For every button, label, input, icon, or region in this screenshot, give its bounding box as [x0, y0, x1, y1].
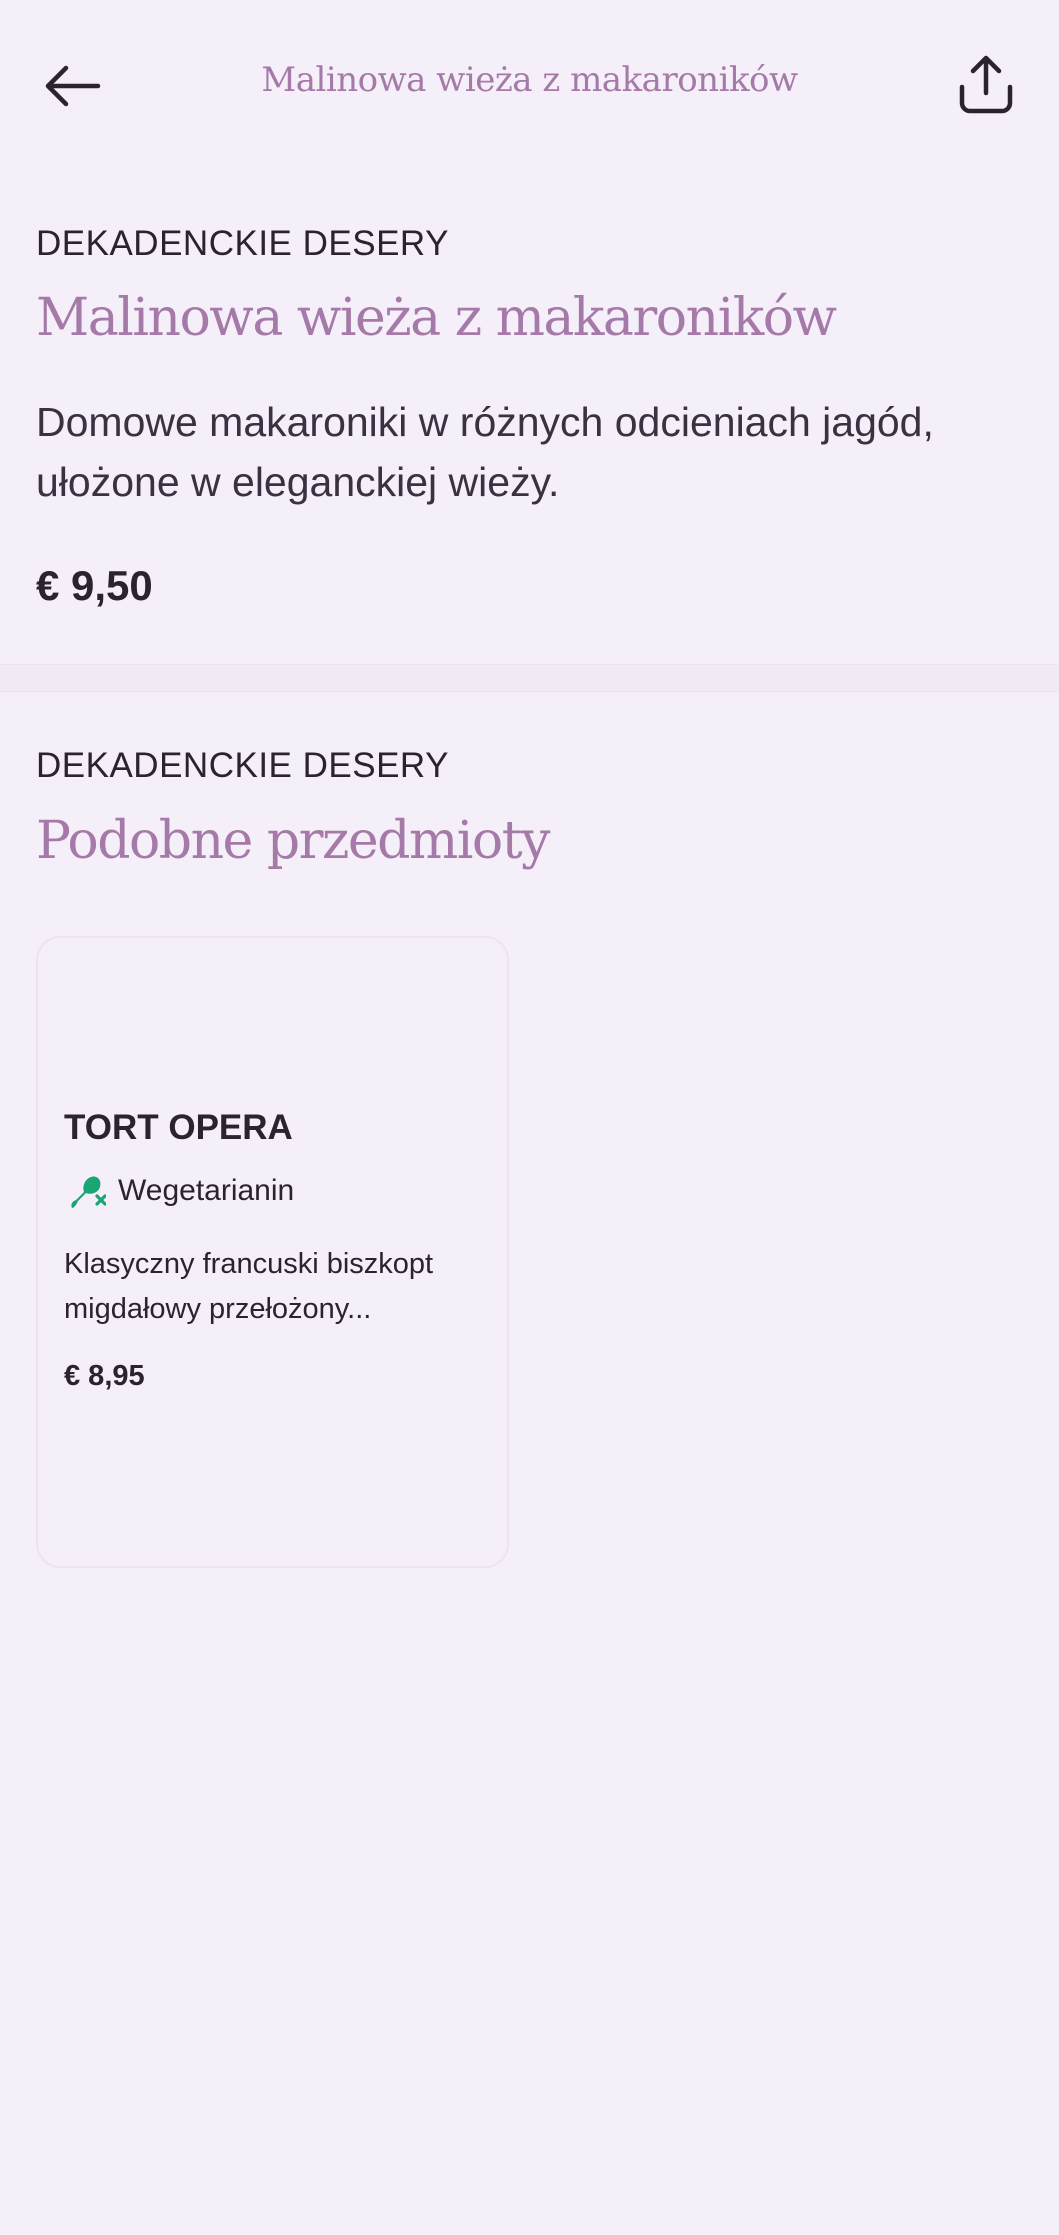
share-upload-icon	[959, 55, 1013, 114]
product-price: € 9,50	[36, 562, 153, 609]
diet-tag: Wegetarianin	[64, 1170, 294, 1212]
similar-item-name: TORT OPERA	[64, 1108, 293, 1147]
similar-heading: Podobne przedmioty	[36, 811, 550, 871]
similar-item-price: € 8,95	[64, 1360, 145, 1392]
product-description: Domowe makaroniki w różnych odcieniach j…	[36, 399, 934, 505]
back-button[interactable]	[36, 50, 108, 122]
similar-item-description: Klasyczny francuski biszkopt migdałowy p…	[64, 1248, 434, 1325]
share-button[interactable]	[950, 48, 1022, 120]
product-name: Malinowa wieża z makaroników	[36, 288, 837, 348]
header-title: Malinowa wieża z makaroników	[261, 60, 798, 100]
section-divider	[0, 664, 1059, 692]
diet-label: Wegetarianin	[118, 1174, 295, 1207]
product-category: DEKADENCKIE DESERY	[36, 224, 449, 263]
arrow-left-icon	[45, 65, 101, 107]
similar-category: DEKADENCKIE DESERY	[36, 746, 449, 785]
top-app-bar: Malinowa wieża z makaroników	[0, 0, 1059, 170]
similar-item-card[interactable]: TORT OPERA Wegetarianin Klasyczny francu…	[36, 936, 509, 1568]
vegetarian-no-meat-icon	[71, 1176, 106, 1208]
